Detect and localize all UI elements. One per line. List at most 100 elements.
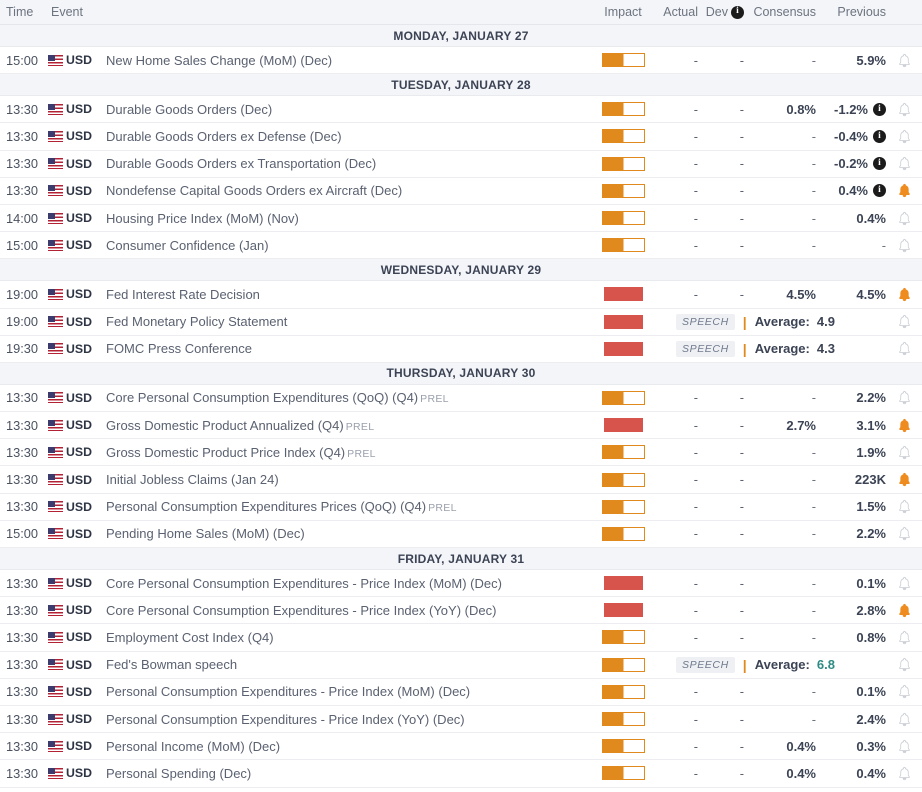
impact-cell[interactable]	[592, 526, 654, 541]
alert-toggle[interactable]	[886, 287, 922, 302]
alert-toggle[interactable]	[886, 603, 922, 618]
impact-cell[interactable]	[592, 390, 654, 405]
table-row[interactable]: 13:30 USD Fed's Bowman speech SPEECH | Averag…	[0, 651, 922, 679]
alert-toggle[interactable]	[886, 211, 922, 226]
event-name[interactable]: Pending Home Sales (MoM) (Dec)	[102, 526, 592, 541]
column-header-event[interactable]: Event	[46, 5, 592, 19]
table-row[interactable]: 13:30 USD Personal Consumption Expenditure…	[0, 705, 922, 734]
alert-toggle[interactable]	[886, 183, 922, 198]
column-header-impact[interactable]: Impact	[592, 5, 654, 19]
column-header-consensus[interactable]: Consensus	[744, 5, 816, 19]
bell-icon[interactable]	[898, 238, 911, 253]
table-row[interactable]: 19:30 USD FOMC Press Conference SPEECH | Aver…	[0, 335, 922, 363]
table-row[interactable]: 13:30 USD Gross Domestic Product Price Ind…	[0, 439, 922, 467]
event-name[interactable]: Consumer Confidence (Jan)	[102, 238, 592, 253]
alert-toggle[interactable]	[886, 238, 922, 253]
event-name[interactable]: Fed's Bowman speech	[102, 657, 592, 672]
alert-toggle[interactable]	[886, 657, 922, 672]
impact-cell[interactable]	[592, 603, 654, 618]
info-icon[interactable]: i	[873, 129, 886, 143]
event-name[interactable]: Durable Goods Orders (Dec)	[102, 102, 592, 117]
impact-cell[interactable]	[592, 657, 654, 672]
bell-icon[interactable]	[898, 341, 911, 356]
impact-cell[interactable]	[592, 712, 654, 727]
table-row[interactable]: 13:30 USD Initial Jobless Claims (Jan 24) -…	[0, 466, 922, 494]
impact-cell[interactable]	[592, 418, 654, 433]
impact-cell[interactable]	[592, 739, 654, 754]
table-row[interactable]: 13:30 USD Durable Goods Orders ex Defense …	[0, 123, 922, 151]
event-name[interactable]: Personal Consumption Expenditures - Pric…	[102, 712, 592, 727]
bell-icon[interactable]	[898, 418, 911, 433]
event-name[interactable]: Personal Income (MoM) (Dec)	[102, 739, 592, 754]
event-name[interactable]: Durable Goods Orders ex Defense (Dec)	[102, 129, 592, 144]
column-header-previous[interactable]: Previous	[816, 5, 886, 19]
bell-icon[interactable]	[898, 766, 911, 781]
bell-icon[interactable]	[898, 576, 911, 591]
table-row[interactable]: 13:30 USD Durable Goods Orders ex Transpor…	[0, 150, 922, 178]
event-name[interactable]: Gross Domestic Product Annualized (Q4) PR…	[102, 418, 592, 433]
table-row[interactable]: 15:00 USD Pending Home Sales (MoM) (Dec) - -…	[0, 520, 922, 548]
impact-cell[interactable]	[592, 211, 654, 226]
event-name[interactable]: Personal Spending (Dec)	[102, 766, 592, 781]
table-row[interactable]: 13:30 USD Personal Consumption Expenditure…	[0, 493, 922, 521]
alert-toggle[interactable]	[886, 499, 922, 514]
impact-cell[interactable]	[592, 630, 654, 645]
event-name[interactable]: Initial Jobless Claims (Jan 24)	[102, 472, 592, 487]
bell-icon[interactable]	[898, 499, 911, 514]
alert-toggle[interactable]	[886, 129, 922, 144]
bell-icon[interactable]	[898, 472, 911, 487]
event-name[interactable]: Housing Price Index (MoM) (Nov)	[102, 211, 592, 226]
bell-icon[interactable]	[898, 445, 911, 460]
alert-toggle[interactable]	[886, 156, 922, 171]
table-row[interactable]: 13:30 USD Personal Spending (Dec) - - 0.4% 0.4…	[0, 760, 922, 788]
column-header-actual[interactable]: Actual	[654, 5, 698, 19]
info-icon[interactable]: i	[873, 157, 886, 171]
info-icon[interactable]: i	[873, 102, 886, 116]
column-header-dev[interactable]: Dev i	[698, 5, 744, 19]
table-row[interactable]: 13:30 USD Nondefense Capital Goods Orders …	[0, 177, 922, 205]
impact-cell[interactable]	[592, 576, 654, 591]
bell-icon[interactable]	[898, 102, 911, 117]
impact-cell[interactable]	[592, 156, 654, 171]
impact-cell[interactable]	[592, 238, 654, 253]
bell-icon[interactable]	[898, 314, 911, 329]
alert-toggle[interactable]	[886, 102, 922, 117]
info-icon[interactable]: i	[731, 5, 744, 19]
bell-icon[interactable]	[898, 156, 911, 171]
table-row[interactable]: 15:00 USD Consumer Confidence (Jan) - - - -	[0, 232, 922, 260]
impact-cell[interactable]	[592, 129, 654, 144]
alert-toggle[interactable]	[886, 472, 922, 487]
event-name[interactable]: Core Personal Consumption Expenditures -…	[102, 603, 592, 618]
alert-toggle[interactable]	[886, 684, 922, 699]
alert-toggle[interactable]	[886, 739, 922, 754]
alert-toggle[interactable]	[886, 766, 922, 781]
bell-icon[interactable]	[898, 211, 911, 226]
info-icon[interactable]: i	[873, 184, 886, 198]
event-name[interactable]: Employment Cost Index (Q4)	[102, 630, 592, 645]
table-row[interactable]: 13:30 USD Employment Cost Index (Q4) - - - 0.8…	[0, 624, 922, 652]
event-name[interactable]: Durable Goods Orders ex Transportation (…	[102, 156, 592, 171]
alert-toggle[interactable]	[886, 445, 922, 460]
alert-toggle[interactable]	[886, 341, 922, 356]
impact-cell[interactable]	[592, 102, 654, 117]
bell-icon[interactable]	[898, 287, 911, 302]
impact-cell[interactable]	[592, 684, 654, 699]
bell-icon[interactable]	[898, 183, 911, 198]
alert-toggle[interactable]	[886, 418, 922, 433]
impact-cell[interactable]	[592, 499, 654, 514]
table-row[interactable]: 13:30 USD Personal Consumption Expenditure…	[0, 678, 922, 706]
bell-icon[interactable]	[898, 712, 911, 727]
bell-icon[interactable]	[898, 526, 911, 541]
table-row[interactable]: 14:00 USD Housing Price Index (MoM) (Nov) -…	[0, 204, 922, 233]
bell-icon[interactable]	[898, 129, 911, 144]
alert-toggle[interactable]	[886, 314, 922, 329]
event-name[interactable]: Personal Consumption Expenditures Prices…	[102, 499, 592, 514]
bell-icon[interactable]	[898, 603, 911, 618]
impact-cell[interactable]	[592, 53, 654, 68]
table-row[interactable]: 19:00 USD Fed Interest Rate Decision - - 4.5%…	[0, 281, 922, 309]
table-row[interactable]: 13:30 USD Core Personal Consumption Expend…	[0, 384, 922, 413]
impact-cell[interactable]	[592, 341, 654, 356]
table-row[interactable]: 13:30 USD Core Personal Consumption Expend…	[0, 570, 922, 598]
alert-toggle[interactable]	[886, 576, 922, 591]
event-name[interactable]: Core Personal Consumption Expenditures (…	[102, 390, 592, 405]
